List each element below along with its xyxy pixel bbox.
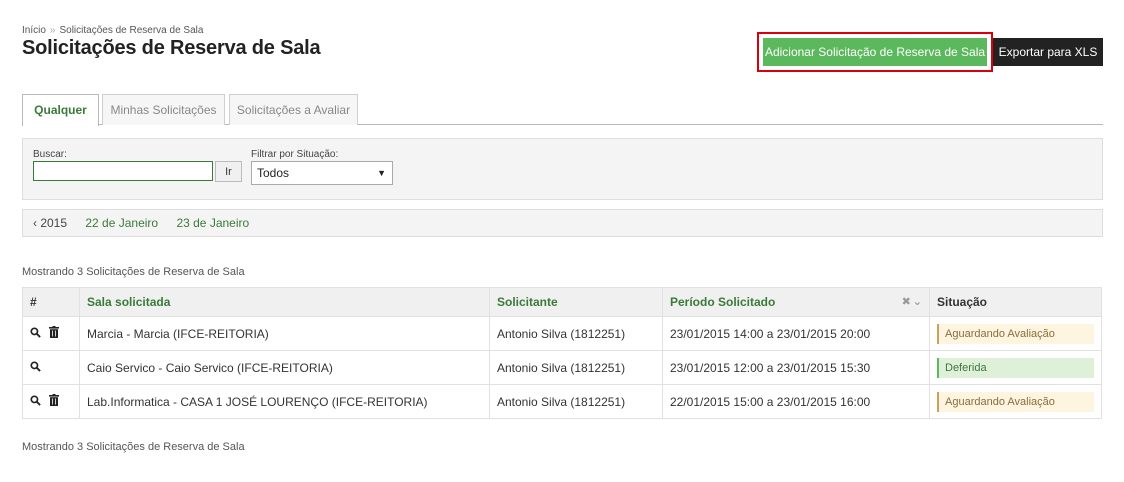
row-actions [22, 384, 80, 419]
cell-sala: Lab.Informatica - CASA 1 JOSÉ LOURENÇO (… [79, 384, 490, 419]
add-button-highlight: Adicionar Solicitação de Reserva de Sala [757, 32, 993, 72]
cell-solicitante: Antonio Silva (1812251) [489, 350, 663, 385]
col-header-sala[interactable]: Sala solicitada [79, 287, 490, 317]
table-row: Lab.Informatica - CASA 1 JOSÉ LOURENÇO (… [22, 384, 1102, 419]
results-summary-top: Mostrando 3 Solicitações de Reserva de S… [22, 266, 245, 278]
search-icon[interactable] [30, 395, 41, 409]
status-badge: Aguardando Avaliação [937, 391, 1094, 412]
cell-periodo: 23/01/2015 14:00 a 23/01/2015 20:00 [662, 316, 930, 351]
search-go-button[interactable]: Ir [215, 161, 242, 182]
sort-controls: ✖ ⌄ [902, 295, 922, 308]
table-row: Caio Servico - Caio Servico (IFCE-REITOR… [22, 350, 1102, 385]
col-header-periodo-label: Período Solicitado [670, 295, 776, 309]
col-header-num: # [22, 287, 80, 317]
breadcrumb-current: Solicitações de Reserva de Sala [59, 25, 204, 36]
search-icon[interactable] [30, 360, 41, 375]
cell-periodo: 23/01/2015 12:00 a 23/01/2015 15:30 [662, 350, 930, 385]
table-header-row: # Sala solicitada Solicitante Período So… [22, 287, 1102, 317]
col-header-solicitante[interactable]: Solicitante [489, 287, 663, 317]
date-nav-day-22[interactable]: 22 de Janeiro [85, 216, 158, 230]
date-nav-year[interactable]: ‹ 2015 [33, 216, 67, 230]
export-xls-button[interactable]: Exportar para XLS [993, 38, 1103, 66]
results-summary-bottom: Mostrando 3 Solicitações de Reserva de S… [22, 441, 245, 453]
close-icon[interactable]: ✖ [902, 296, 911, 308]
breadcrumb-separator: » [49, 25, 56, 36]
filter-panel: Buscar: Ir Filtrar por Situação: Todos ▼ [22, 138, 1103, 200]
cell-sala: Marcia - Marcia (IFCE-REITORIA) [79, 316, 490, 351]
dropdown-arrow-icon: ▼ [377, 168, 386, 178]
results-table: # Sala solicitada Solicitante Período So… [22, 287, 1102, 419]
search-input[interactable] [33, 161, 213, 181]
row-actions [22, 316, 80, 351]
date-navigation: ‹ 2015 22 de Janeiro 23 de Janeiro [22, 209, 1103, 237]
search-label: Buscar: [33, 149, 67, 160]
status-badge: Aguardando Avaliação [937, 323, 1094, 344]
cell-solicitante: Antonio Silva (1812251) [489, 384, 663, 419]
status-filter-label: Filtrar por Situação: [251, 149, 339, 160]
search-icon[interactable] [30, 327, 41, 341]
add-request-button[interactable]: Adicionar Solicitação de Reserva de Sala [763, 38, 987, 66]
status-filter-select[interactable]: Todos ▼ [251, 161, 393, 185]
tab-minhas-solicitacoes[interactable]: Minhas Solicitações [102, 94, 225, 125]
tab-solicitacoes-a-avaliar[interactable]: Solicitações a Avaliar [229, 94, 358, 125]
trash-icon[interactable] [49, 394, 60, 409]
date-nav-day-23[interactable]: 23 de Janeiro [176, 216, 249, 230]
chevron-down-icon[interactable]: ⌄ [913, 296, 922, 308]
page-title: Solicitações de Reserva de Sala [22, 37, 321, 59]
cell-sala: Caio Servico - Caio Servico (IFCE-REITOR… [79, 350, 490, 385]
cell-situacao: Deferida [929, 350, 1102, 385]
col-header-situacao: Situação [929, 287, 1102, 317]
breadcrumb: Início» Solicitações de Reserva de Sala [22, 25, 203, 36]
table-row: Marcia - Marcia (IFCE-REITORIA) Antonio … [22, 316, 1102, 351]
cell-situacao: Aguardando Avaliação [929, 384, 1102, 419]
cell-solicitante: Antonio Silva (1812251) [489, 316, 663, 351]
tab-qualquer[interactable]: Qualquer [22, 94, 99, 126]
cell-situacao: Aguardando Avaliação [929, 316, 1102, 351]
tab-bar: Qualquer Minhas Solicitações Solicitaçõe… [22, 93, 1103, 126]
status-badge: Deferida [937, 357, 1094, 378]
breadcrumb-home[interactable]: Início [22, 25, 46, 36]
trash-icon[interactable] [49, 326, 60, 341]
row-actions [22, 350, 80, 385]
col-header-periodo[interactable]: Período Solicitado ✖ ⌄ [662, 287, 930, 317]
status-filter-value: Todos [257, 166, 290, 180]
cell-periodo: 22/01/2015 15:00 a 23/01/2015 16:00 [662, 384, 930, 419]
